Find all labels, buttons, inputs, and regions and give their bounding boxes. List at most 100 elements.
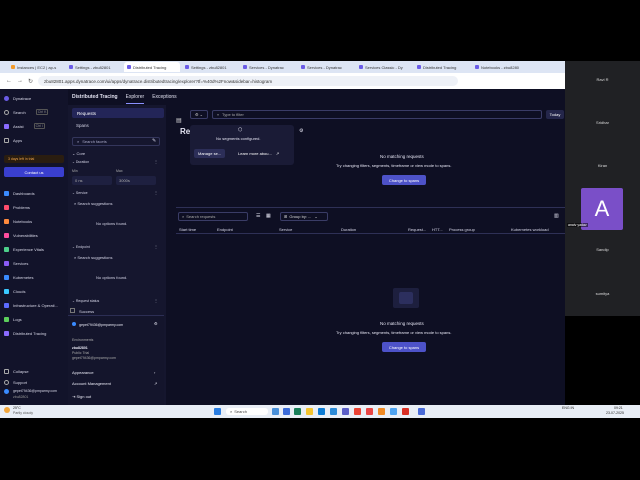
endpoint-search[interactable]: ⌕ Search suggestions bbox=[74, 255, 113, 260]
file-explorer-icon[interactable] bbox=[306, 408, 313, 415]
facet-endpoint[interactable]: ⌄ Endpoint bbox=[72, 245, 90, 249]
reload-icon[interactable]: ↻ bbox=[28, 78, 33, 85]
col-start-time[interactable]: Start time bbox=[179, 227, 196, 232]
nav-item-services[interactable]: Services bbox=[4, 258, 28, 268]
app-icon-3[interactable] bbox=[294, 408, 301, 415]
col-endpoint[interactable]: Endpoint bbox=[217, 227, 233, 232]
weather-icon[interactable] bbox=[4, 407, 10, 413]
participant-5[interactable]: sumitya bbox=[565, 291, 640, 296]
browser-tab[interactable]: Services Classic - Dy bbox=[356, 62, 412, 72]
browser-tab[interactable]: Settings - zbu82801 bbox=[182, 62, 238, 72]
windows-start-icon[interactable] bbox=[214, 408, 221, 415]
participant-2[interactable]: Sridhar bbox=[565, 120, 640, 125]
nav-item-kubernetes[interactable]: Kubernetes bbox=[4, 272, 33, 282]
nav-support[interactable]: Support bbox=[4, 377, 27, 387]
col-service[interactable]: Service bbox=[279, 227, 292, 232]
url-input[interactable]: zbu82801.apps.dynatrace.com/ui/apps/dyna… bbox=[38, 76, 459, 86]
nav-user[interactable]: gepet79436@pmparmy.com bbox=[4, 387, 57, 395]
nav-item-vulnerabilities[interactable]: Vulnerabilities bbox=[4, 230, 38, 240]
participant-4[interactable]: Sandip bbox=[565, 247, 640, 252]
account-management-item[interactable]: Account Management bbox=[72, 381, 111, 386]
change-to-spans-button[interactable]: Change to spans bbox=[382, 175, 426, 185]
grid-view-icon[interactable]: ▦ bbox=[266, 213, 271, 219]
appearance-item[interactable]: Appearance bbox=[72, 370, 94, 375]
success-checkbox[interactable]: Success bbox=[70, 308, 94, 314]
vscode-icon[interactable] bbox=[330, 408, 337, 415]
settings-icon[interactable]: ⚙ bbox=[299, 128, 303, 134]
language-indicator[interactable]: ENG IN bbox=[562, 406, 574, 410]
tab-exceptions[interactable]: Exceptions bbox=[152, 91, 176, 103]
service-search[interactable]: ⌕ Search suggestions bbox=[74, 201, 113, 206]
more-icon[interactable]: ⋮ bbox=[154, 190, 158, 195]
more-icon[interactable]: ⋮ bbox=[154, 298, 158, 303]
duration-min-input[interactable]: 0 ns bbox=[72, 176, 112, 185]
sidebar-toggle-icon[interactable]: ▤ bbox=[176, 109, 182, 127]
segments-button[interactable]: ⚙ ⌄ bbox=[190, 110, 208, 119]
gear-icon[interactable]: ⚙ bbox=[154, 321, 158, 326]
col-http[interactable]: HTT... bbox=[432, 227, 443, 232]
duration-max-input[interactable]: 3000s bbox=[116, 176, 156, 185]
view-requests[interactable]: Requests bbox=[72, 108, 164, 118]
nav-apps[interactable]: Apps bbox=[4, 135, 22, 145]
search-requests-input[interactable]: ⌕ Search requests bbox=[178, 212, 248, 221]
brand[interactable]: Dynatrace bbox=[4, 93, 31, 103]
nav-search[interactable]: Search Ctrl K bbox=[4, 107, 49, 117]
env-name[interactable]: zbu82801 bbox=[72, 346, 88, 350]
facet-service[interactable]: ⌄ Service bbox=[72, 191, 88, 195]
edge-icon[interactable] bbox=[318, 408, 325, 415]
view-spans[interactable]: Spans bbox=[76, 123, 89, 128]
app-icon-4[interactable] bbox=[366, 408, 373, 415]
app-icon-8[interactable] bbox=[418, 408, 425, 415]
facet-request-status[interactable]: ⌄ Request status bbox=[72, 299, 99, 303]
facet-search-input[interactable]: ⌕ Search facets bbox=[72, 137, 160, 146]
facet-duration[interactable]: ⌄ Duration bbox=[72, 160, 89, 164]
nav-item-notebooks[interactable]: Notebooks bbox=[4, 216, 32, 226]
nav-item-distributed-tracing[interactable]: Distributed Tracing bbox=[4, 328, 46, 338]
column-settings-icon[interactable]: ▥ bbox=[554, 213, 559, 219]
sign-out-item[interactable]: ⇥ Sign out bbox=[72, 394, 91, 399]
chrome-icon[interactable] bbox=[354, 408, 361, 415]
col-request[interactable]: Request... bbox=[408, 227, 426, 232]
edit-icon[interactable]: ✎ bbox=[152, 138, 156, 144]
participant-1[interactable]: Ravi R bbox=[565, 77, 640, 82]
browser-tab[interactable]: Services - Dynatrac bbox=[240, 62, 296, 72]
nav-item-dashboards[interactable]: Dashboards bbox=[4, 188, 35, 198]
nav-assist[interactable]: Assist Ctrl I bbox=[4, 121, 46, 131]
app-icon-7[interactable] bbox=[402, 408, 409, 415]
timeframe-selector[interactable]: Today bbox=[546, 110, 564, 119]
nav-item-logs[interactable]: Logs bbox=[4, 314, 22, 324]
nav-item-infrastructure-operati[interactable]: Infrastructure & Operati... bbox=[4, 300, 58, 310]
col-process-group[interactable]: Process group bbox=[449, 227, 475, 232]
learn-more-link[interactable]: Learn more abou... ↗ bbox=[234, 149, 283, 158]
group-by-select[interactable]: ⊞ Group by: ... ⌄ bbox=[280, 212, 328, 221]
filter-input[interactable]: ▿ Type to filter bbox=[212, 110, 542, 119]
back-icon[interactable]: ← bbox=[6, 78, 12, 84]
col-duration[interactable]: Duration bbox=[341, 227, 356, 232]
taskbar-search[interactable]: ⌕ Search bbox=[226, 408, 268, 415]
app-icon-6[interactable] bbox=[390, 408, 397, 415]
browser-tab[interactable]: Settings - zbu82801 bbox=[66, 62, 122, 72]
list-view-icon[interactable]: ☰ bbox=[256, 213, 260, 219]
contact-us-button[interactable]: Contact us bbox=[4, 167, 64, 177]
browser-tab[interactable]: Distributed Tracing bbox=[414, 62, 470, 72]
col-kubernetes-workload[interactable]: Kubernetes workload bbox=[511, 227, 549, 232]
nav-item-clouds[interactable]: Clouds bbox=[4, 286, 25, 296]
facet-core[interactable]: ⌄ Core bbox=[72, 151, 85, 156]
tab-explorer[interactable]: Explorer bbox=[125, 91, 145, 104]
change-to-spans-button-2[interactable]: Change to spans bbox=[382, 342, 426, 352]
browser-tab[interactable]: Services - Dynatrac bbox=[298, 62, 354, 72]
browser-tab[interactable]: Distributed Tracing bbox=[124, 62, 180, 72]
more-icon[interactable]: ⋮ bbox=[154, 244, 158, 249]
forward-icon[interactable]: → bbox=[17, 78, 23, 84]
browser-tab[interactable]: Notebooks - zbu8280 bbox=[472, 62, 528, 72]
nav-item-experience-vitals[interactable]: Experience Vitals bbox=[4, 244, 44, 254]
clock-date[interactable]: 23-07-2025 bbox=[606, 411, 624, 415]
more-icon[interactable]: ⋮ bbox=[154, 159, 158, 164]
app-icon-5[interactable] bbox=[378, 408, 385, 415]
manage-segments-button[interactable]: Manage se... bbox=[194, 149, 226, 158]
app-icon-1[interactable] bbox=[272, 408, 279, 415]
teams-icon[interactable] bbox=[342, 408, 349, 415]
browser-tab[interactable]: Instances | EC2 | ap-s bbox=[8, 62, 64, 72]
clock-time[interactable]: 09:21 bbox=[614, 406, 623, 410]
app-icon-2[interactable] bbox=[283, 408, 290, 415]
